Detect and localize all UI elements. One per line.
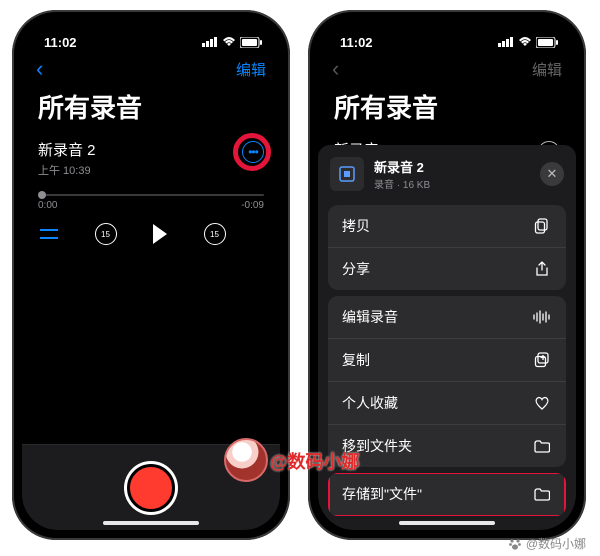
home-indicator[interactable]: [103, 521, 199, 525]
status-time: 11:02: [340, 35, 373, 50]
page-title: 所有录音: [22, 88, 280, 135]
watermark-handle: @数码小娜: [270, 448, 360, 474]
sheet-title: 新录音 2: [374, 157, 430, 176]
watermark-avatar: [224, 438, 268, 482]
edit-button: 编辑: [532, 59, 562, 80]
action-label: 分享: [342, 259, 370, 279]
action-label: 拷贝: [342, 216, 370, 236]
action-duplicate[interactable]: 复制: [328, 339, 566, 382]
action-save-to-files[interactable]: 存储到"文件": [328, 473, 566, 516]
recording-time: 上午 10:39: [38, 162, 264, 178]
more-icon[interactable]: •••: [242, 141, 264, 163]
scrubber[interactable]: 0:00 -0:09: [22, 184, 280, 215]
action-label: 复制: [342, 350, 370, 370]
action-share[interactable]: 分享: [328, 248, 566, 290]
play-button[interactable]: [153, 224, 167, 244]
back-button[interactable]: ‹: [332, 56, 339, 82]
status-icons: [202, 37, 262, 48]
folder-icon: [532, 440, 552, 453]
watermark-footer: @数码小娜: [508, 535, 586, 552]
action-favorite[interactable]: 个人收藏: [328, 382, 566, 425]
share-icon: [532, 261, 552, 277]
action-move-folder[interactable]: 移到文件夹: [328, 425, 566, 467]
action-edit-recording[interactable]: 编辑录音: [328, 296, 566, 339]
action-label: 编辑录音: [342, 307, 398, 327]
status-icons: [498, 37, 558, 48]
back-button[interactable]: ‹: [36, 56, 43, 82]
sheet-thumb-icon: [330, 157, 364, 191]
status-time: 11:02: [44, 35, 77, 50]
skip-forward-button[interactable]: 15: [204, 223, 226, 245]
action-label: 个人收藏: [342, 393, 398, 413]
action-label: 存储到"文件": [342, 484, 422, 504]
scrub-end: -0:09: [241, 200, 264, 211]
notch: [392, 20, 502, 42]
edit-button[interactable]: 编辑: [236, 59, 266, 80]
page-title: 所有录音: [318, 88, 576, 135]
sheet-subtitle: 录音 · 16 KB: [374, 176, 430, 191]
copy-icon: [532, 218, 552, 234]
record-button[interactable]: [127, 464, 175, 512]
options-button[interactable]: [40, 227, 58, 241]
recording-item[interactable]: 新录音 2 上午 10:39 •••: [22, 135, 280, 184]
recording-name: 新录音 2: [38, 139, 264, 160]
scrub-start: 0:00: [38, 200, 57, 211]
duplicate-icon: [532, 352, 552, 368]
waveform-icon: [532, 310, 552, 324]
heart-icon: [532, 396, 552, 410]
folder-icon: [532, 488, 552, 501]
skip-back-button[interactable]: 15: [95, 223, 117, 245]
close-icon[interactable]: ✕: [540, 162, 564, 186]
notch: [96, 20, 206, 42]
home-indicator[interactable]: [399, 521, 495, 525]
action-copy[interactable]: 拷贝: [328, 205, 566, 248]
